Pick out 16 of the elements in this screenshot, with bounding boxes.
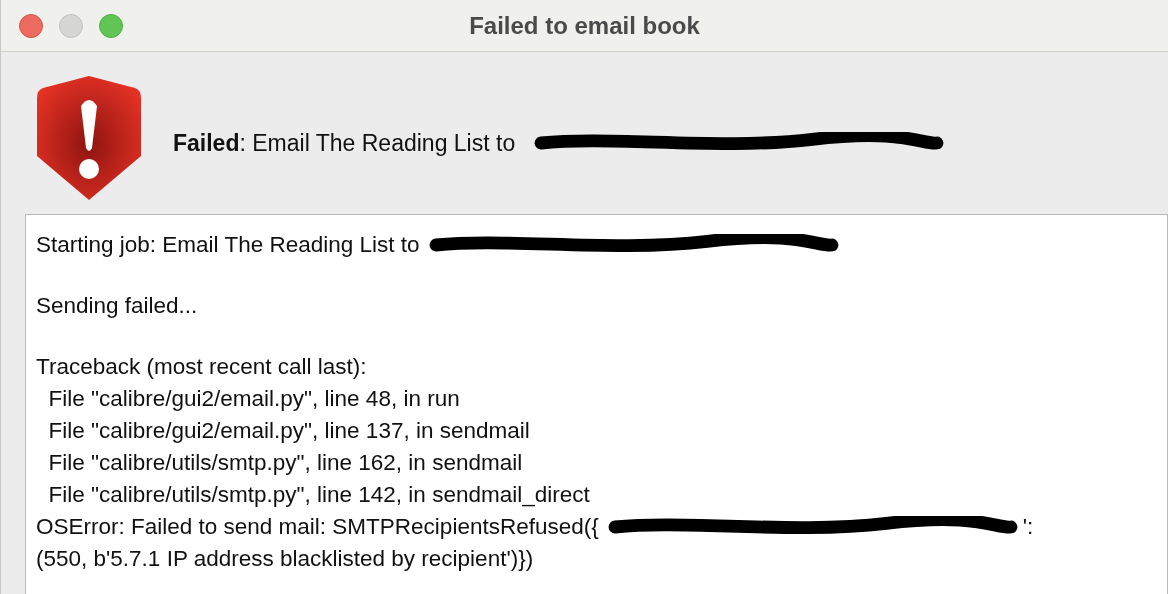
log-line: Traceback (most recent call last): [36,354,367,380]
error-message: Failed: Email The Reading List to [173,129,516,157]
log-line: File "calibre/gui2/email.py", line 137, in sendmail [47,418,530,444]
log-line: File "calibre/utils/smtp.py", line 162, in sendmail [47,450,523,476]
log-line: ': [1022,514,1034,540]
log-line: OSError: Failed to send mail: SMTPRecipientsRefused({ [36,514,599,540]
log-line: Sending failed... [36,293,198,319]
log-line: File "calibre/gui2/email.py", line 48, in run [47,386,460,412]
zoom-button[interactable] [99,13,123,38]
log-line: Starting job: Email The Reading List to [36,232,420,258]
log-line: (550, b'5.7.1 IP address blacklisted by recipient')}) [36,546,534,572]
window-title: Failed to email book [469,11,700,40]
minimize-button[interactable] [59,13,83,38]
log-line: File "calibre/utils/smtp.py", line 142, in sendmail_direct [47,482,590,508]
close-button[interactable] [19,13,43,38]
error-icon [37,76,141,200]
